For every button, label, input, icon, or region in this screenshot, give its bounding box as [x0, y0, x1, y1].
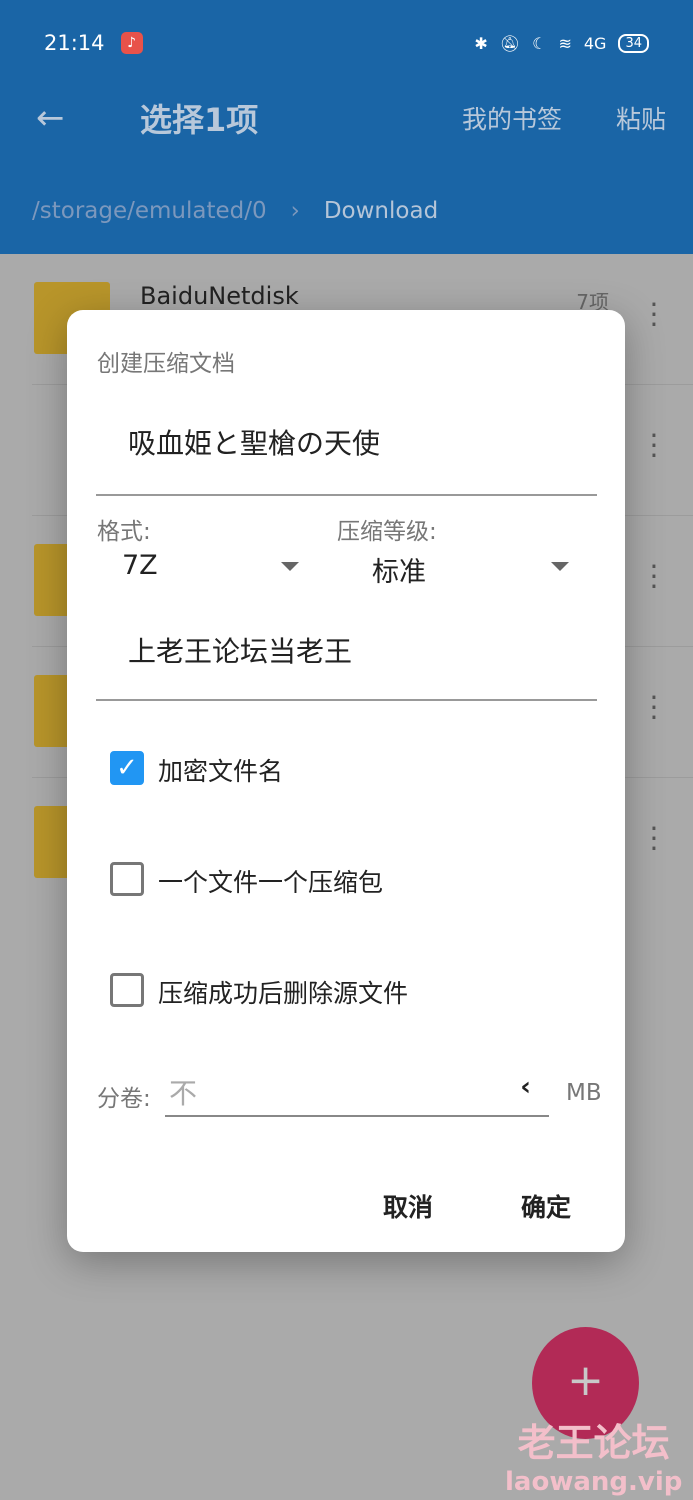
chevron-right-icon: › — [290, 198, 300, 224]
level-select[interactable]: 标准 — [372, 550, 426, 589]
breadcrumb-current[interactable]: Download — [324, 198, 438, 224]
watermark-line1: 老王论坛 — [517, 1421, 670, 1465]
split-unit: MB — [566, 1080, 602, 1106]
more-icon[interactable]: · · · — [649, 553, 659, 601]
breadcrumb: /storage/emulated/0 › Download — [32, 198, 438, 224]
music-app-icon: ♪ — [120, 32, 143, 54]
cancel-button[interactable]: 取消 — [383, 1188, 433, 1224]
bluetooth-icon: ✱ — [474, 33, 488, 53]
chevron-left-icon[interactable]: ‹ — [520, 1072, 531, 1102]
level-label: 压缩等级: — [337, 519, 437, 545]
app-header: 21:14 ♪ ✱ 🔕︎ ☾ ≋ 4G 34 ← 选择1项 我的书签 粘贴 /s… — [0, 0, 693, 254]
split-label: 分卷: — [97, 1086, 151, 1112]
paste-button[interactable]: 粘贴 — [616, 100, 666, 136]
more-icon[interactable]: · · · — [649, 422, 659, 470]
dialog-title: 创建压缩文档 — [97, 351, 235, 377]
watermark-line2: laowang.vip — [505, 1467, 683, 1497]
status-bar: 21:14 ♪ ✱ 🔕︎ ☾ ≋ 4G 34 — [44, 28, 649, 58]
one-archive-per-file-checkbox[interactable] — [110, 862, 144, 896]
create-archive-dialog: 创建压缩文档 吸血姫と聖槍の天使 格式: 7Z 压缩等级: 标准 上老王论坛当老… — [67, 310, 625, 1252]
checkbox-label: 一个文件一个压缩包 — [158, 868, 384, 897]
status-time: 21:14 — [44, 31, 105, 55]
more-icon[interactable]: · · · — [649, 684, 659, 732]
back-arrow-icon[interactable]: ← — [36, 98, 65, 138]
watermark: 老王论坛 laowang.vip — [505, 1412, 682, 1497]
filename-input[interactable]: 吸血姫と聖槍の天使 — [96, 422, 597, 496]
delete-source-checkbox[interactable] — [110, 973, 144, 1007]
breadcrumb-root[interactable]: /storage/emulated/0 — [32, 198, 267, 224]
split-input[interactable]: 不 ‹ — [165, 1070, 549, 1117]
checkbox-label: 压缩成功后删除源文件 — [158, 979, 409, 1008]
item-name: BaiduNetdisk — [140, 282, 299, 310]
battery-icon: 34 — [618, 33, 649, 53]
dropdown-caret-icon[interactable] — [281, 562, 299, 571]
plus-icon: + — [567, 1355, 604, 1406]
split-placeholder: 不 — [169, 1077, 198, 1110]
page-title: 选择1项 — [140, 101, 259, 139]
encrypt-filenames-checkbox[interactable]: ✓ — [110, 751, 144, 785]
dropdown-caret-icon[interactable] — [551, 562, 569, 571]
format-label: 格式: — [97, 519, 151, 545]
mute-icon: 🔕︎ — [499, 33, 521, 53]
more-icon[interactable]: · · · — [649, 815, 659, 863]
moon-icon: ☾ — [532, 33, 547, 53]
wifi-icon: ≋ — [558, 33, 572, 53]
format-select[interactable]: 7Z — [122, 550, 158, 581]
more-icon[interactable]: · · · — [649, 291, 659, 339]
signal-icon: 4G — [583, 33, 607, 53]
ok-button[interactable]: 确定 — [521, 1188, 571, 1224]
password-input[interactable]: 上老王论坛当老王 — [96, 630, 597, 701]
bookmarks-button[interactable]: 我的书签 — [462, 100, 562, 136]
checkbox-label: 加密文件名 — [158, 757, 284, 786]
